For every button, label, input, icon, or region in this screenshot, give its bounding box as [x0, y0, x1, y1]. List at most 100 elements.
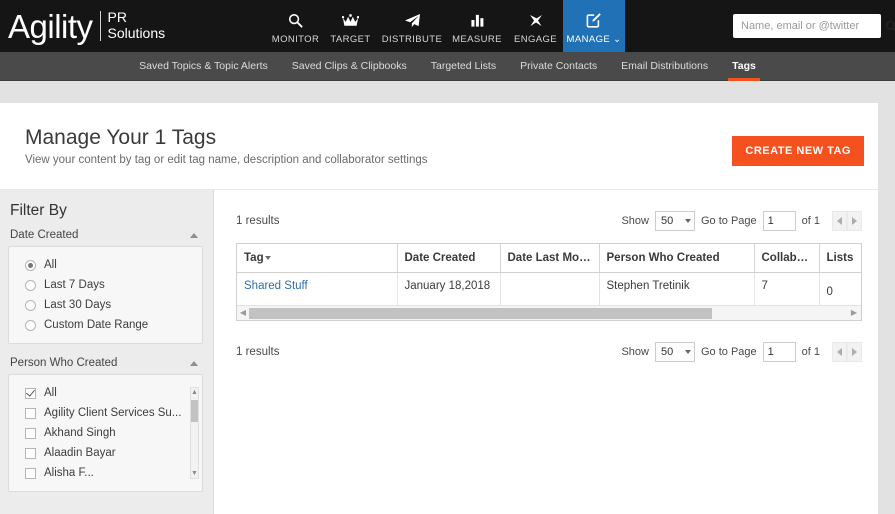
goto-page-label-bottom: Go to Page — [700, 346, 757, 358]
top-header-bar: Agility PR Solutions MONITOR TARGET DIST… — [0, 0, 895, 52]
logo-subtext-solutions: Solutions — [107, 25, 166, 41]
filter-option-last-7-days[interactable]: Last 7 Days — [9, 275, 202, 295]
column-header-lists[interactable]: Lists — [819, 244, 861, 273]
filter-option-custom-date-range[interactable]: Custom Date Range — [9, 315, 202, 335]
nav-label-monitor: MONITOR — [271, 33, 320, 45]
cell-lists: 0 — [826, 286, 833, 298]
results-count-top: 1 results — [236, 215, 280, 227]
pagination-top: Show 50 Go to Page of 1 — [621, 211, 862, 231]
subnav-item-tags[interactable]: Tags — [720, 52, 768, 81]
nav-label-engage: ENGAGE — [513, 33, 558, 45]
filter-label: All — [44, 259, 57, 271]
table-horizontal-scrollbar[interactable]: ◀ ▶ — [237, 305, 861, 320]
content-card: Manage Your 1 Tags View your content by … — [0, 103, 878, 514]
page-total-label-bottom: of 1 — [801, 346, 820, 358]
facet-header-date-created[interactable]: Date Created — [8, 229, 203, 246]
radio-icon[interactable] — [25, 279, 36, 291]
facet-header-person-who-created[interactable]: Person Who Created — [8, 357, 203, 374]
scroll-up-icon[interactable]: ▲ — [191, 389, 198, 396]
scroll-down-icon[interactable]: ▼ — [191, 470, 198, 477]
page-arrows-bottom — [832, 342, 862, 362]
checkbox-icon[interactable] — [25, 447, 36, 459]
filter-option-last-30-days[interactable]: Last 30 Days — [9, 295, 202, 315]
results-count-bottom: 1 results — [236, 346, 280, 358]
cell-collaborators: 7 — [754, 272, 820, 305]
crown-icon — [342, 11, 359, 30]
radio-icon[interactable] — [25, 299, 36, 311]
prev-page-button-top[interactable] — [832, 211, 847, 231]
column-header-collaborators[interactable]: Collabora... — [754, 244, 820, 273]
column-header-date-last-modified[interactable]: Date Last Modified — [500, 244, 600, 273]
page-size-value-top: 50 — [660, 215, 674, 227]
filter-label: Last 30 Days — [44, 299, 112, 311]
table-row[interactable]: Shared Stuff January 18,2018 Stephen Tre… — [237, 272, 861, 305]
page-background: Manage Your 1 Tags View your content by … — [0, 81, 895, 514]
triangle-right-icon — [852, 217, 857, 225]
scrollbar-thumb[interactable] — [191, 400, 198, 422]
filter-option-all-people[interactable]: All — [9, 383, 202, 403]
filter-option-agility-client-services[interactable]: Agility Client Services Su... — [9, 403, 202, 423]
column-header-date-created[interactable]: Date Created — [397, 244, 501, 273]
scrollbar-thumb[interactable] — [249, 308, 712, 319]
checkbox-icon[interactable] — [25, 387, 36, 399]
person-list-scrollbar[interactable]: ▲ ▼ — [190, 387, 199, 479]
subnav-item-email-distributions[interactable]: Email Distributions — [609, 52, 720, 81]
checkbox-icon[interactable] — [25, 467, 36, 479]
nav-item-measure[interactable]: MEASURE — [446, 0, 508, 52]
search-input[interactable] — [739, 19, 885, 33]
subnav-item-saved-topics[interactable]: Saved Topics & Topic Alerts — [127, 52, 280, 81]
show-label-top: Show — [621, 215, 649, 227]
logo-divider — [99, 10, 101, 41]
subnav-item-private-contacts[interactable]: Private Contacts — [508, 52, 609, 81]
filter-option-alaadin-bayar[interactable]: Alaadin Bayar — [9, 443, 202, 463]
nav-item-monitor[interactable]: MONITOR — [268, 0, 323, 52]
checkbox-icon[interactable] — [25, 427, 36, 439]
next-page-button-bottom[interactable] — [847, 342, 862, 362]
create-new-tag-button[interactable]: CREATE NEW TAG — [732, 136, 864, 166]
filter-option-alisha-f[interactable]: Alisha F... — [9, 463, 202, 483]
chevron-up-icon — [190, 232, 198, 238]
search-icon[interactable] — [885, 20, 895, 33]
caret-down-icon — [264, 255, 271, 260]
tag-link[interactable]: Shared Stuff — [244, 280, 308, 292]
radio-icon[interactable] — [25, 319, 36, 331]
bar-chart-icon — [470, 11, 485, 30]
table-header-row: Tag Date Created Date Last Modified Pers… — [237, 244, 861, 273]
cell-date-created: January 18,2018 — [397, 272, 501, 305]
subnav-item-saved-clips[interactable]: Saved Clips & Clipbooks — [280, 52, 419, 81]
page-size-select-top[interactable]: 50 — [654, 211, 695, 231]
nav-item-distribute[interactable]: DISTRIBUTE — [378, 0, 446, 52]
filter-label: Akhand Singh — [44, 427, 116, 439]
page-title-bar: Manage Your 1 Tags View your content by … — [0, 103, 878, 189]
main-navigation: MONITOR TARGET DISTRIBUTE MEASURE ENGAGE… — [268, 0, 625, 52]
brand-logo[interactable]: Agility PR Solutions — [8, 8, 166, 42]
nav-item-manage[interactable]: MANAGE ⌄ — [563, 0, 625, 52]
subnav-item-targeted-lists[interactable]: Targeted Lists — [419, 52, 508, 81]
prev-page-button-bottom[interactable] — [832, 342, 847, 362]
pagination-bottom: Show 50 Go to Page of 1 — [621, 342, 862, 362]
column-header-tag[interactable]: Tag — [237, 244, 398, 273]
filter-label: Custom Date Range — [44, 319, 149, 331]
global-search[interactable] — [733, 14, 895, 38]
radio-icon[interactable] — [25, 259, 36, 271]
logo-subtext-pr: PR — [107, 8, 127, 25]
page-size-select-bottom[interactable]: 50 — [654, 342, 695, 362]
filter-label: Agility Client Services Su... — [44, 407, 182, 419]
next-page-button-top[interactable] — [847, 211, 862, 231]
nav-item-target[interactable]: TARGET — [323, 0, 378, 52]
filter-option-all-dates[interactable]: All — [9, 255, 202, 275]
filter-label: Alaadin Bayar — [44, 447, 116, 459]
person-list-scroll-area[interactable]: All Agility Client Services Su... Akhand… — [9, 383, 202, 483]
column-header-person-who-created[interactable]: Person Who Created — [599, 244, 755, 273]
scroll-right-icon[interactable]: ▶ — [848, 309, 860, 317]
column-label-tag: Tag — [244, 252, 264, 264]
cell-person-who-created: Stephen Tretinik — [599, 272, 755, 305]
checkbox-icon[interactable] — [25, 407, 36, 419]
nav-item-engage[interactable]: ENGAGE — [508, 0, 563, 52]
filter-option-akhand-singh[interactable]: Akhand Singh — [9, 423, 202, 443]
page-number-input-top[interactable] — [762, 211, 796, 231]
tags-table: Tag Date Created Date Last Modified Pers… — [237, 244, 861, 305]
page-number-input-bottom[interactable] — [762, 342, 796, 362]
paper-plane-icon — [404, 11, 421, 30]
scroll-left-icon[interactable]: ◀ — [237, 309, 249, 317]
